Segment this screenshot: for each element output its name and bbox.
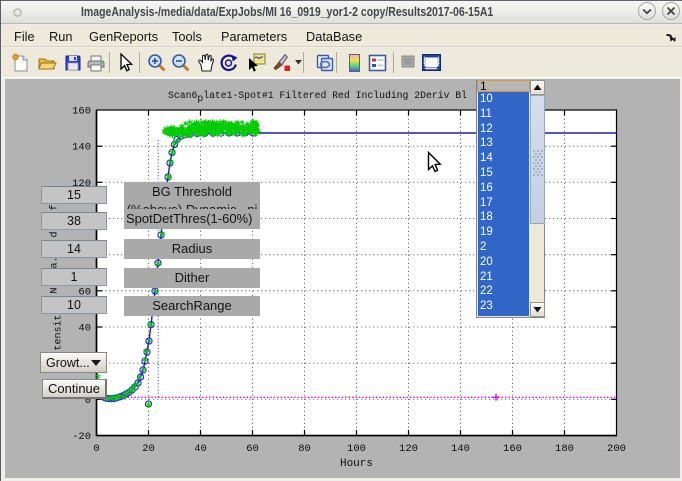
svg-text:-20: -20 xyxy=(72,431,91,443)
svg-text:80: 80 xyxy=(298,443,311,455)
svg-text:40: 40 xyxy=(78,323,91,335)
svg-text:160: 160 xyxy=(503,443,522,455)
svg-text:0: 0 xyxy=(93,443,99,455)
svg-text:Hours: Hours xyxy=(340,458,373,470)
svg-text:140: 140 xyxy=(451,443,470,455)
svg-text:100: 100 xyxy=(347,443,366,455)
svg-text:40: 40 xyxy=(194,443,207,455)
svg-text:160: 160 xyxy=(72,106,91,118)
svg-text:140: 140 xyxy=(72,142,91,154)
svg-text:200: 200 xyxy=(607,443,626,455)
svg-text:20: 20 xyxy=(142,443,155,455)
svg-text:60: 60 xyxy=(246,443,259,455)
svg-text:120: 120 xyxy=(399,443,418,455)
svg-text:180: 180 xyxy=(555,443,574,455)
